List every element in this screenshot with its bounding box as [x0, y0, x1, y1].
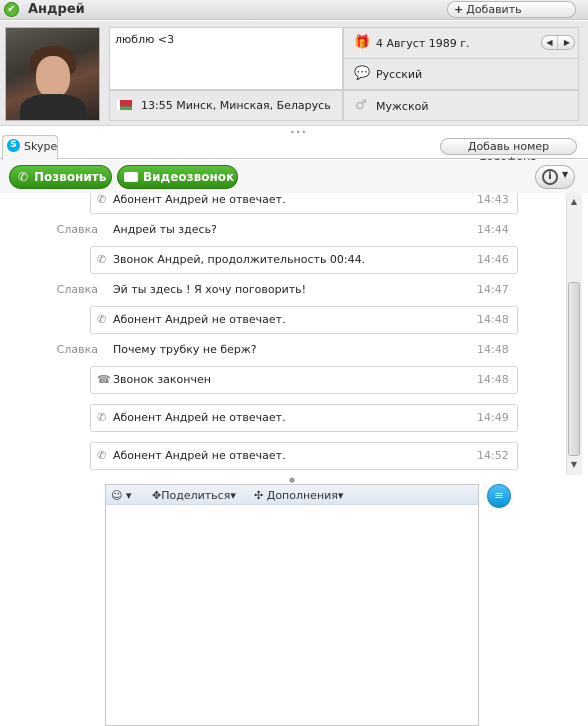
message-input[interactable] — [105, 484, 479, 726]
gender-text: Мужской — [376, 100, 429, 113]
call-event-text: Абонент Андрей не отвечает. — [113, 449, 286, 462]
message-time: 14:48 — [477, 373, 509, 386]
phone-icon: ✆ — [97, 449, 107, 462]
message-sender: Славка — [56, 283, 98, 296]
phone-icon: ✆ — [97, 193, 107, 206]
scroll-up-arrow-icon[interactable]: ▲ — [566, 196, 582, 208]
plus-icon: + — [454, 3, 464, 16]
mood-message: люблю <3 — [115, 33, 175, 46]
chevron-down-icon: ▾ — [230, 489, 236, 502]
addons-label: Дополнения — [266, 489, 338, 502]
message-time: 14:48 — [477, 343, 509, 356]
add-contacts-button[interactable]: +Добавить контакты — [447, 1, 576, 31]
contact-info-menu-button[interactable]: i ▼ — [535, 165, 575, 189]
call-event-text: Звонок Андрей, продолжительность 00:44. — [113, 253, 366, 266]
message-time: 14:47 — [477, 283, 509, 296]
chevron-down-icon: ▾ — [337, 489, 344, 502]
online-status-icon: ✔ — [4, 2, 19, 17]
speech-bubble-icon: 💬 — [354, 66, 371, 81]
smiley-icon: ☺ — [111, 489, 123, 502]
addons-button[interactable]: ✣ Дополнения▾ — [254, 489, 343, 502]
puzzle-icon: ✣ — [254, 489, 264, 502]
phone-icon: ✆ — [97, 313, 107, 326]
call-event-text: Абонент Андрей не отвечает. — [113, 411, 286, 424]
compose-splitter[interactable]: ● — [289, 476, 295, 484]
hang-up-icon: ☎ — [97, 373, 111, 386]
tab-skype-label: Skype — [24, 140, 58, 153]
call-event-text: Абонент Андрей не отвечает. — [113, 313, 286, 326]
location-text: 13:55 Минск, Минская, Беларусь — [141, 99, 331, 112]
scroll-down-arrow-icon[interactable]: ▼ — [566, 459, 582, 471]
message-text: Почему трубку не берж? — [113, 343, 257, 356]
message-time: 14:52 — [477, 449, 509, 462]
call-button[interactable]: ✆ Позвонить — [9, 165, 112, 189]
message-time: 14:46 — [477, 253, 509, 266]
send-bubble-icon: ≡ — [494, 489, 504, 502]
belarus-flag-icon — [117, 100, 132, 110]
language-text: Русский — [376, 68, 423, 81]
share-button[interactable]: ✥Поделиться▾ — [152, 489, 236, 502]
chevron-down-icon: ▼ — [562, 170, 569, 179]
scrollbar-thumb[interactable] — [568, 282, 580, 456]
male-symbol-icon: ♂ — [355, 98, 367, 113]
message-time: 14:43 — [477, 193, 509, 206]
info-icon: i — [542, 169, 558, 185]
message-time: 14:44 — [477, 223, 509, 236]
profile-nav: ◀ ▶ — [541, 35, 575, 50]
share-icon: ✥ — [152, 489, 162, 502]
send-message-button[interactable]: ≡ — [487, 484, 511, 508]
contact-name: Андрей — [28, 2, 85, 17]
phone-icon: ✆ — [97, 411, 107, 424]
message-sender: Славка — [56, 223, 98, 236]
gift-icon: 🎁 — [354, 35, 371, 50]
message-time: 14:49 — [477, 411, 509, 424]
avatar[interactable] — [5, 27, 100, 121]
chat-history[interactable]: ✆ Абонент Андрей не отвечает. 14:43 Слав… — [0, 193, 566, 475]
message-text: Эй ты здесь ! Я хочу поговорить! — [113, 283, 307, 296]
next-arrow-icon[interactable]: ▶ — [559, 36, 575, 49]
message-sender: Славка — [56, 343, 98, 356]
call-event-text: Абонент Андрей не отвечает. — [113, 193, 286, 206]
phone-icon: ✆ — [18, 170, 29, 184]
call-label: Позвонить — [34, 170, 107, 184]
video-call-button[interactable]: Видеозвонок — [117, 165, 238, 189]
video-call-label: Видеозвонок — [143, 170, 235, 184]
share-label: Поделиться — [161, 489, 231, 502]
add-phone-button[interactable]: Добавь номер телефона — [440, 138, 577, 168]
gender-row: ♂ Мужской — [343, 90, 579, 121]
message-text: Андрей ты здесь? — [113, 223, 217, 236]
language-row: 💬 Русский — [343, 58, 579, 90]
emoticon-button[interactable]: ☺ ▾ — [111, 489, 132, 502]
previous-arrow-icon[interactable]: ◀ — [542, 36, 558, 49]
phone-icon: ✆ — [97, 253, 107, 266]
birthday-text: 4 Август 1989 г. — [376, 37, 470, 50]
skype-logo-icon: S — [7, 139, 20, 152]
call-event-text: Звонок закончен — [113, 373, 211, 386]
message-time: 14:48 — [477, 313, 509, 326]
video-camera-icon — [124, 172, 138, 182]
chevron-down-icon: ▾ — [125, 489, 132, 502]
